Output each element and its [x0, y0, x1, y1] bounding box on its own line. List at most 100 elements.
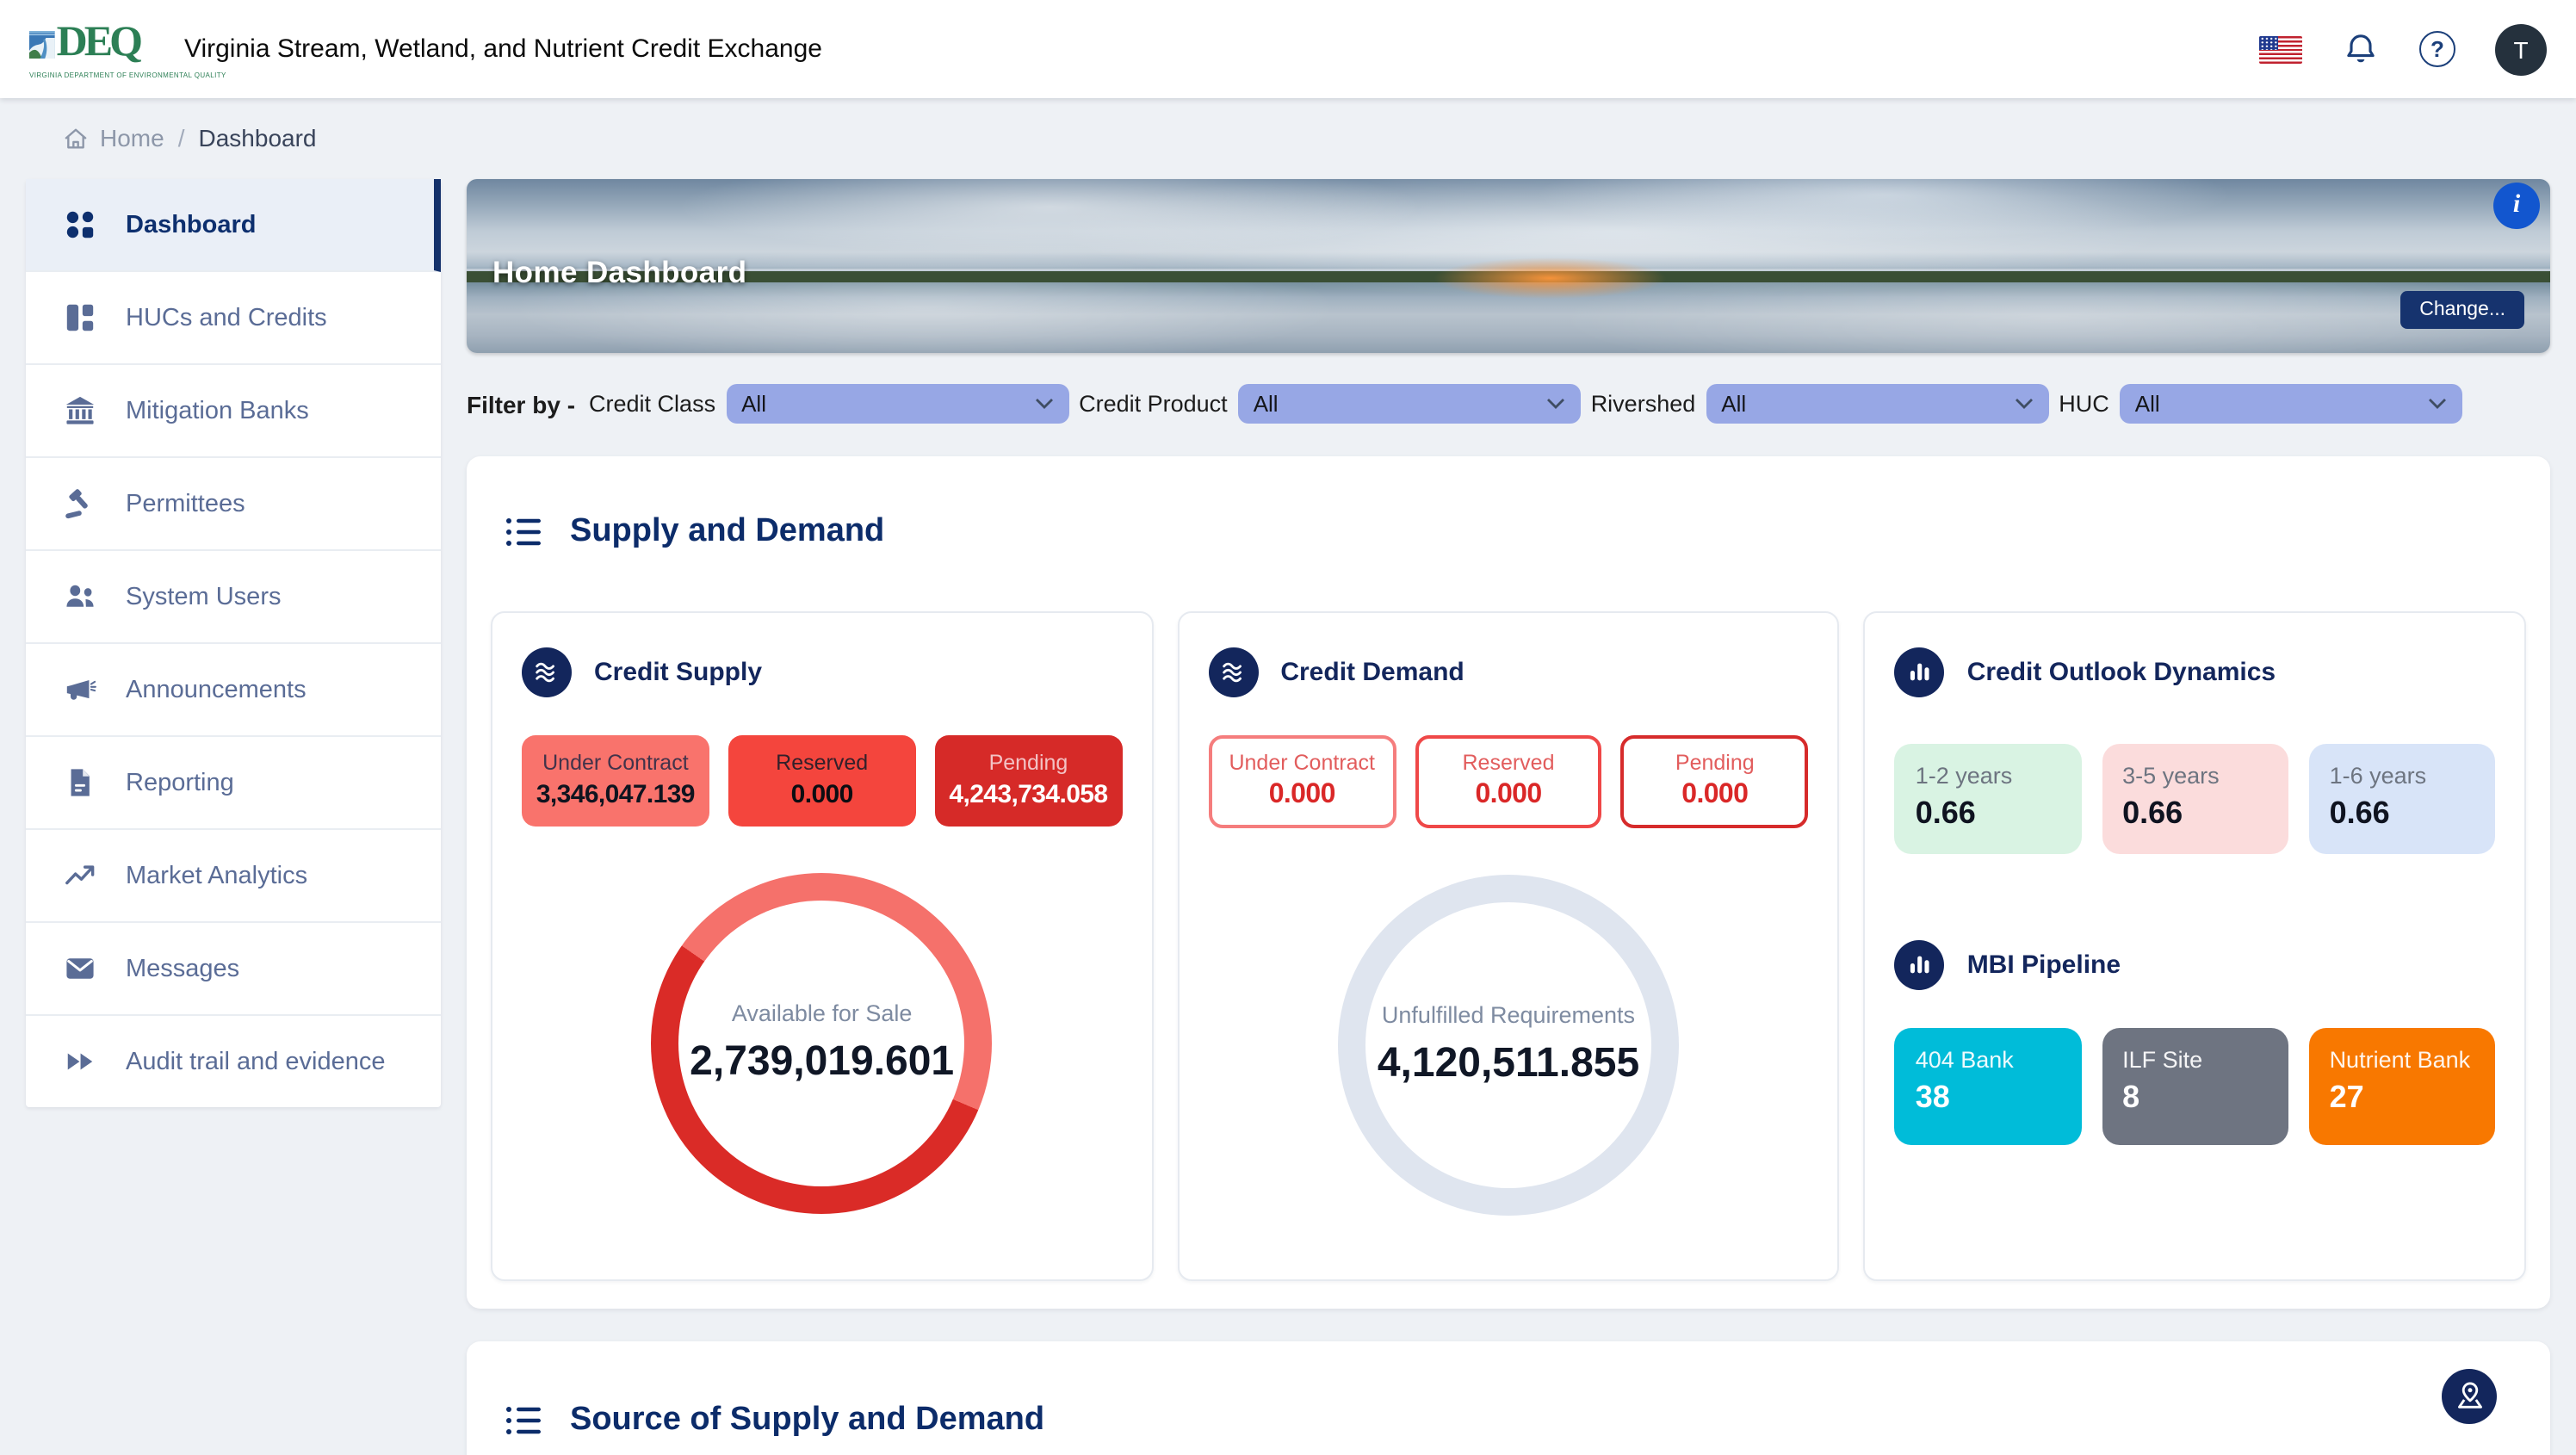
sidebar-item-dashboard[interactable]: Dashboard — [26, 179, 441, 272]
chip-label: Under Contract — [1211, 750, 1392, 774]
chip-value: 4,243,734.058 — [938, 779, 1119, 808]
donut-center: Available for Sale 2,739,019.601 — [652, 872, 993, 1213]
tile-label: 1-2 years — [1916, 762, 2060, 788]
credit-demand-donut-wrap: Unfulfilled Requirements 4,120,511.855 — [1208, 874, 1808, 1215]
sidebar-item-announcements[interactable]: Announcements — [26, 644, 441, 737]
sidebar-item-reporting[interactable]: Reporting — [26, 737, 441, 830]
sidebar-item-permittees[interactable]: Permittees — [26, 458, 441, 551]
outlook-1-6-years-tile: 1-6 years 0.66 — [2309, 743, 2495, 853]
credit-demand-header: Credit Demand — [1208, 647, 1808, 697]
sidebar-item-market-analytics[interactable]: Market Analytics — [26, 830, 441, 923]
user-avatar[interactable]: T — [2495, 23, 2547, 75]
sidebar-item-hucs-and-credits[interactable]: HUCs and Credits — [26, 272, 441, 365]
donut-label: Available for Sale — [732, 1000, 913, 1025]
demand-under-contract-chip: Under Contract 0.000 — [1208, 734, 1396, 827]
top-bar: DEQ VIRGINIA DEPARTMENT OF ENVIRONMENTAL… — [0, 0, 2576, 98]
deq-logo: DEQ VIRGINIA DEPARTMENT OF ENVIRONMENTAL… — [29, 20, 139, 78]
sidebar-item-label: Reporting — [126, 769, 234, 796]
credit-demand-card: Credit Demand Under Contract 0.000 Reser… — [1177, 610, 1839, 1280]
home-icon — [62, 125, 90, 151]
sidebar-item-audit-trail[interactable]: Audit trail and evidence — [26, 1016, 441, 1107]
bank-icon — [64, 394, 96, 427]
tile-label: 404 Bank — [1916, 1046, 2060, 1072]
huc-value: All — [2135, 391, 2160, 417]
tile-value: 0.66 — [2122, 795, 2267, 831]
help-button[interactable]: ? — [2419, 31, 2455, 67]
source-section-header: Source of Supply and Demand — [491, 1375, 2526, 1455]
supply-and-demand-title: Supply and Demand — [570, 513, 884, 551]
outlook-1-2-years-tile: 1-2 years 0.66 — [1895, 743, 2081, 853]
supply-under-contract-chip: Under Contract 3,346,047.139 — [522, 734, 709, 826]
supply-pending-chip: Pending 4,243,734.058 — [935, 734, 1123, 826]
megaphone-icon — [64, 673, 96, 706]
sidebar-item-system-users[interactable]: System Users — [26, 551, 441, 644]
mbi-tiles: 404 Bank 38 ILF Site 8 Nutrient Bank 27 — [1895, 1027, 2495, 1144]
change-banner-button[interactable]: Change... — [2400, 291, 2524, 329]
supply-demand-cards: Credit Supply Under Contract 3,346,047.1… — [491, 610, 2526, 1280]
sidebar-item-label: Market Analytics — [126, 862, 307, 889]
mbi-404-bank-tile: 404 Bank 38 — [1895, 1027, 2081, 1144]
dashboard-grid-icon — [64, 208, 96, 241]
available-for-sale-donut: Available for Sale 2,739,019.601 — [652, 872, 993, 1213]
tile-label: 3-5 years — [2122, 762, 2267, 788]
document-icon — [64, 766, 96, 799]
credit-class-dropdown[interactable]: All — [726, 384, 1068, 424]
demand-reserved-chip: Reserved 0.000 — [1415, 734, 1602, 827]
filter-label-rivershed: Rivershed — [1591, 391, 1696, 417]
chevron-down-icon — [1034, 398, 1053, 410]
layout-icon — [64, 301, 96, 334]
info-icon: i — [2513, 191, 2520, 220]
filter-label-credit-class: Credit Class — [589, 391, 715, 417]
map-view-button[interactable] — [2442, 1368, 2497, 1423]
chip-label: Reserved — [732, 750, 913, 774]
credit-supply-title: Credit Supply — [594, 657, 762, 686]
language-flag-icon[interactable] — [2259, 35, 2302, 63]
tile-value: 8 — [2122, 1079, 2267, 1115]
filter-label-huc: HUC — [2059, 391, 2109, 417]
gavel-icon — [64, 487, 96, 520]
water-waves-icon — [1208, 647, 1258, 697]
donut-center: Unfulfilled Requirements 4,120,511.855 — [1338, 874, 1679, 1215]
chip-value: 0.000 — [1418, 779, 1599, 810]
chip-value: 3,346,047.139 — [525, 779, 706, 808]
chip-label: Pending — [938, 750, 1119, 774]
sidebar-item-messages[interactable]: Messages — [26, 923, 441, 1016]
sidebar: Dashboard HUCs and Credits Mitigation Ba… — [26, 179, 441, 1107]
top-bar-actions: ? T — [2259, 23, 2547, 75]
sidebar-item-label: Dashboard — [126, 211, 257, 238]
chip-value: 0.000 — [1211, 779, 1392, 810]
sidebar-item-label: Announcements — [126, 676, 307, 703]
main-content: Home Dashboard Change... Filter by - Cre… — [467, 179, 2550, 1455]
bell-icon — [2342, 30, 2380, 68]
chevron-down-icon — [2428, 398, 2447, 410]
filter-label-credit-product: Credit Product — [1079, 391, 1228, 417]
sidebar-item-mitigation-banks[interactable]: Mitigation Banks — [26, 365, 441, 458]
credit-product-dropdown[interactable]: All — [1238, 384, 1581, 424]
demand-pending-chip: Pending 0.000 — [1621, 734, 1809, 827]
huc-dropdown[interactable]: All — [2120, 384, 2462, 424]
donut-label: Unfulfilled Requirements — [1382, 1001, 1635, 1027]
sidebar-item-label: System Users — [126, 583, 282, 610]
deq-logo-mark-icon — [29, 20, 55, 68]
bar-chart-icon — [1895, 647, 1945, 697]
sidebar-item-label: Audit trail and evidence — [126, 1048, 386, 1075]
credit-supply-chips: Under Contract 3,346,047.139 Reserved 0.… — [522, 734, 1122, 826]
rivershed-dropdown[interactable]: All — [1706, 384, 2048, 424]
credit-demand-chips: Under Contract 0.000 Reserved 0.000 Pend… — [1208, 734, 1808, 827]
banner-title: Home Dashboard — [492, 255, 746, 291]
list-icon — [505, 515, 542, 549]
mbi-ilf-site-tile: ILF Site 8 — [2102, 1027, 2288, 1144]
list-icon — [505, 1404, 542, 1439]
notifications-button[interactable] — [2342, 30, 2380, 68]
credit-supply-donut-wrap: Available for Sale 2,739,019.601 — [522, 872, 1122, 1213]
water-waves-icon — [522, 647, 572, 697]
outlook-3-5-years-tile: 3-5 years 0.66 — [2102, 743, 2288, 853]
tile-value: 0.66 — [1916, 795, 2060, 831]
info-button[interactable]: i — [2493, 183, 2540, 229]
app-title: Virginia Stream, Wetland, and Nutrient C… — [184, 34, 822, 64]
chip-label: Reserved — [1418, 750, 1599, 774]
supply-and-demand-section: Supply and Demand — [467, 456, 2550, 1308]
breadcrumb-home-link[interactable]: Home — [62, 124, 164, 152]
mbi-pipeline-title: MBI Pipeline — [1967, 950, 2121, 979]
unfulfilled-requirements-donut: Unfulfilled Requirements 4,120,511.855 — [1338, 874, 1679, 1215]
